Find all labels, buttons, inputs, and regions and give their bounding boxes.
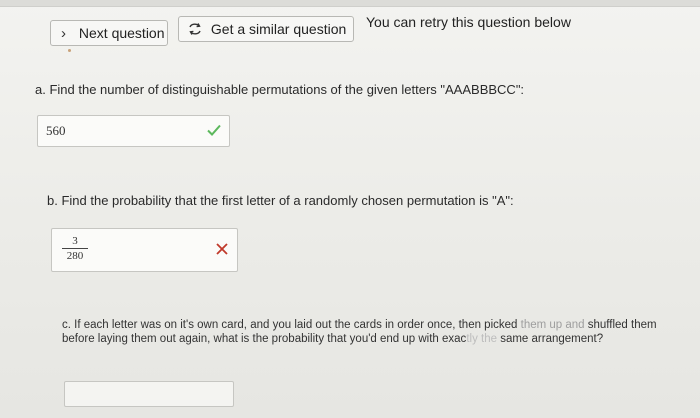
retry-note: You can retry this question below [366,14,571,30]
question-c-text-1: c. If each letter was on it's own card, … [62,319,521,331]
similar-question-button[interactable]: Get a similar question [178,16,354,42]
retry-arrows-icon [189,23,201,35]
similar-question-label: Get a similar question [210,21,347,37]
question-c-text-faded-2: tly the [466,333,497,345]
question-a-answer-field[interactable]: 560 [37,115,230,147]
question-c-text-3: same arrangement? [497,333,604,345]
question-a-answer-value: 560 [46,123,66,138]
question-c-prompt: c. If each letter was on it's own card, … [62,318,674,346]
chevron-right-icon: › [61,25,66,42]
next-question-label: Next question [78,25,165,41]
top-divider [0,0,700,7]
question-c-answer-field[interactable] [64,381,234,407]
fraction-bar [62,248,88,249]
question-c-text-faded-1: them up and [520,319,585,331]
decorative-dot [68,49,71,52]
question-b-answer-fraction: 3 280 [62,235,88,262]
page: › Next question Get a similar question Y… [0,0,700,418]
close-icon [216,243,228,255]
fraction-denominator: 280 [66,250,84,262]
question-b-prompt: b. Find the probability that the first l… [47,193,514,208]
question-a-prompt: a. Find the number of distinguishable pe… [35,82,525,97]
checkmark-icon [207,124,221,136]
fraction-numerator: 3 [72,235,78,247]
question-b-answer-field[interactable]: 3 280 [51,228,238,272]
next-question-button[interactable]: › Next question [50,20,168,46]
